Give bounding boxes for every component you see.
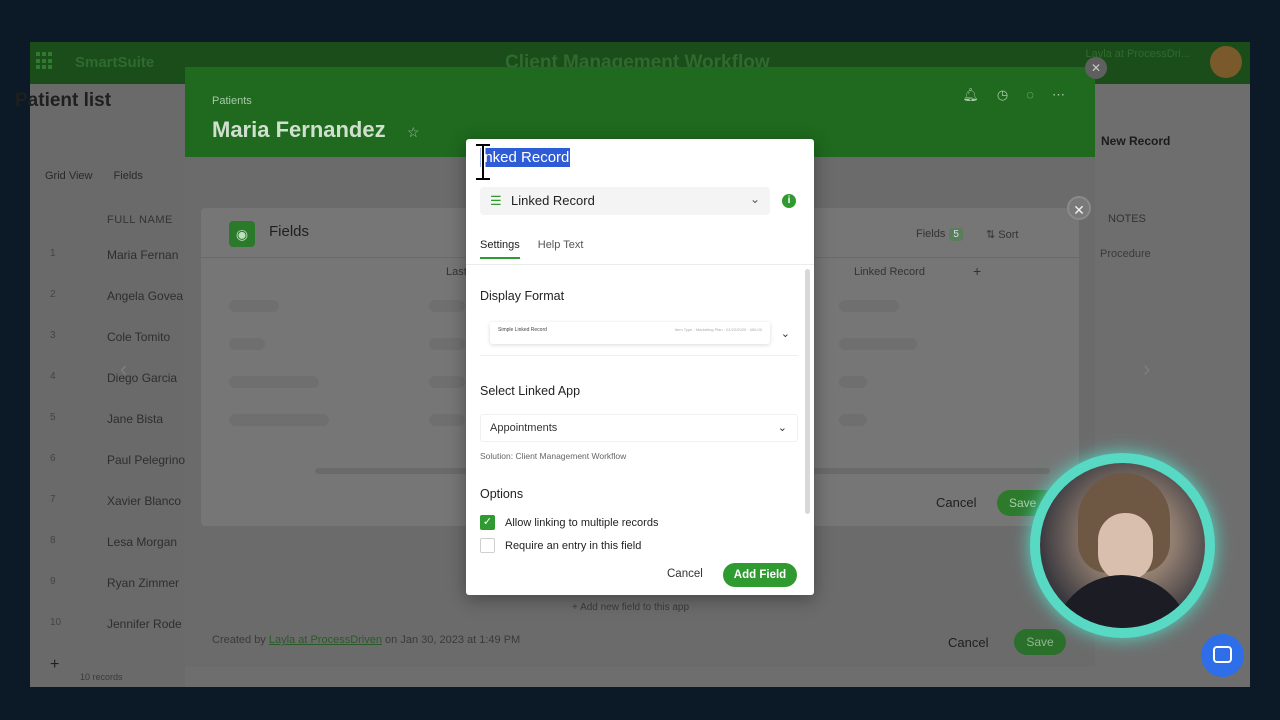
skeleton <box>229 376 319 388</box>
table-row[interactable]: 6 Paul Pelegrino <box>50 453 185 494</box>
fields-count-badge: 5 <box>949 228 963 241</box>
add-field-modal: inked Record ☰ Linked Record ⌄ i Setting… <box>466 139 814 595</box>
table-row[interactable]: 8 Lesa Morgan <box>50 535 185 576</box>
solution-note: Solution: Client Management Workflow <box>480 451 627 461</box>
skeleton <box>429 414 465 426</box>
new-record-button[interactable]: New Record <box>1101 134 1170 148</box>
patient-rows: 1 Maria Fernan 2 Angela Govea 3 Cole Tomito… <box>50 248 185 658</box>
table-row[interactable]: 4 Diego Garcia <box>50 371 185 412</box>
created-by-link[interactable]: Layla at ProcessDriven <box>269 634 382 646</box>
chevron-down-icon: ⌄ <box>777 422 787 434</box>
add-column-icon[interactable]: + <box>973 263 981 279</box>
skeleton <box>839 414 867 426</box>
skeleton <box>839 300 899 312</box>
table-row[interactable]: 7 Xavier Blanco <box>50 494 185 535</box>
tab-divider <box>466 264 814 265</box>
record-cancel-button[interactable]: Cancel <box>948 635 988 650</box>
skeleton <box>429 376 465 388</box>
chevron-left-icon[interactable]: ‹ <box>120 356 127 382</box>
more-icon[interactable]: ⋯ <box>1052 87 1065 103</box>
table-row[interactable]: 10 Jennifer Rode <box>50 617 185 658</box>
chevron-down-icon: ⌄ <box>780 328 790 340</box>
fields-button[interactable]: Fields <box>114 170 143 182</box>
table-row[interactable]: 1 Maria Fernan <box>50 248 185 289</box>
chevron-down-icon: ⌄ <box>749 192 760 206</box>
close-icon[interactable]: ✕ <box>1085 57 1107 79</box>
fields-count-button[interactable]: Fields 5 <box>916 228 963 241</box>
skeleton <box>229 300 279 312</box>
column-header-full-name[interactable]: FULL NAME <box>107 214 173 226</box>
fields-cancel-button[interactable]: Cancel <box>936 495 976 510</box>
option-require-entry[interactable]: Require an entry in this field <box>480 538 641 553</box>
close-icon[interactable]: ✕ <box>1067 196 1091 220</box>
add-new-field-link[interactable]: + Add new field to this app <box>572 602 689 613</box>
linked-app-value: Appointments <box>490 422 558 434</box>
tab-help-text[interactable]: Help Text <box>538 239 584 259</box>
record-title: Maria Fernandez <box>212 117 386 142</box>
skeleton <box>429 338 465 350</box>
chat-button[interactable] <box>1201 634 1244 677</box>
record-save-button[interactable]: Save <box>1014 629 1066 655</box>
display-format-select[interactable]: Simple Linked Record Item Type · Marketi… <box>480 314 798 356</box>
star-icon[interactable]: ☆ <box>407 124 420 141</box>
modal-tabs: Settings Help Text <box>480 239 583 259</box>
field-type-label: Linked Record <box>511 193 595 208</box>
add-row-icon[interactable]: + <box>50 656 59 674</box>
info-icon[interactable]: i <box>782 194 796 208</box>
table-row[interactable]: 9 Ryan Zimmer <box>50 576 185 617</box>
column-header-notes[interactable]: NOTES <box>1108 213 1146 225</box>
select-linked-app-title: Select Linked App <box>480 384 581 398</box>
bell-icon[interactable]: 🔔︎ <box>962 87 979 103</box>
modal-cancel-button[interactable]: Cancel <box>667 568 703 580</box>
checkbox-unchecked-icon[interactable] <box>480 538 495 553</box>
grid-view-button[interactable]: Grid View <box>45 170 92 182</box>
skeleton <box>229 414 329 426</box>
skeleton <box>229 338 265 350</box>
record-header-icons: 🔔︎ ◷ ◌ ⋯ <box>962 87 1065 103</box>
avatar[interactable] <box>1210 46 1242 78</box>
notes-cell[interactable]: Procedure <box>1100 248 1151 260</box>
table-row[interactable]: 2 Angela Govea <box>50 289 185 330</box>
add-field-button[interactable]: Add Field <box>723 563 797 587</box>
table-row[interactable]: 3 Cole Tomito <box>50 330 185 371</box>
options-title: Options <box>480 487 524 501</box>
logo: SmartSuite <box>75 54 155 71</box>
webcam-overlay <box>1040 463 1205 628</box>
chat-icon <box>1213 646 1232 663</box>
format-preview: Simple Linked Record Item Type · Marketi… <box>490 322 770 344</box>
display-format-title: Display Format <box>480 289 565 303</box>
record-count: 10 records <box>80 672 123 682</box>
checkbox-checked-icon[interactable]: ✓ <box>480 515 495 530</box>
modal-scrollbar[interactable] <box>805 269 810 514</box>
table-row[interactable]: 5 Jane Bista <box>50 412 185 453</box>
chevron-right-icon[interactable]: › <box>1143 356 1150 382</box>
list-toolbar: Grid View Fields <box>45 170 161 182</box>
comment-icon[interactable]: ◌ <box>1026 87 1034 103</box>
field-type-select[interactable]: ☰ Linked Record ⌄ <box>480 187 770 215</box>
tab-settings[interactable]: Settings <box>480 239 520 259</box>
fields-dialog-title: Fields <box>269 223 310 240</box>
sort-button[interactable]: ⇅ Sort <box>986 228 1018 241</box>
option-allow-multiple[interactable]: ✓ Allow linking to multiple records <box>480 515 658 530</box>
text-cursor-icon <box>476 143 490 181</box>
column-header-linked-record[interactable]: Linked Record <box>854 266 925 278</box>
created-info: Created by Layla at ProcessDriven on Jan… <box>212 634 521 646</box>
eye-icon: ◉ <box>229 221 255 247</box>
apps-grid-icon[interactable] <box>36 52 54 70</box>
skeleton <box>839 376 867 388</box>
column-header-last[interactable]: Last <box>446 266 467 278</box>
clock-icon[interactable]: ◷ <box>997 87 1008 103</box>
linked-app-select[interactable]: Appointments ⌄ <box>480 414 798 442</box>
skeleton <box>429 300 465 312</box>
list-title[interactable]: Patient list <box>15 90 111 112</box>
skeleton <box>839 338 917 350</box>
linked-record-icon: ☰ <box>490 193 502 208</box>
breadcrumb[interactable]: Patients <box>212 95 252 107</box>
